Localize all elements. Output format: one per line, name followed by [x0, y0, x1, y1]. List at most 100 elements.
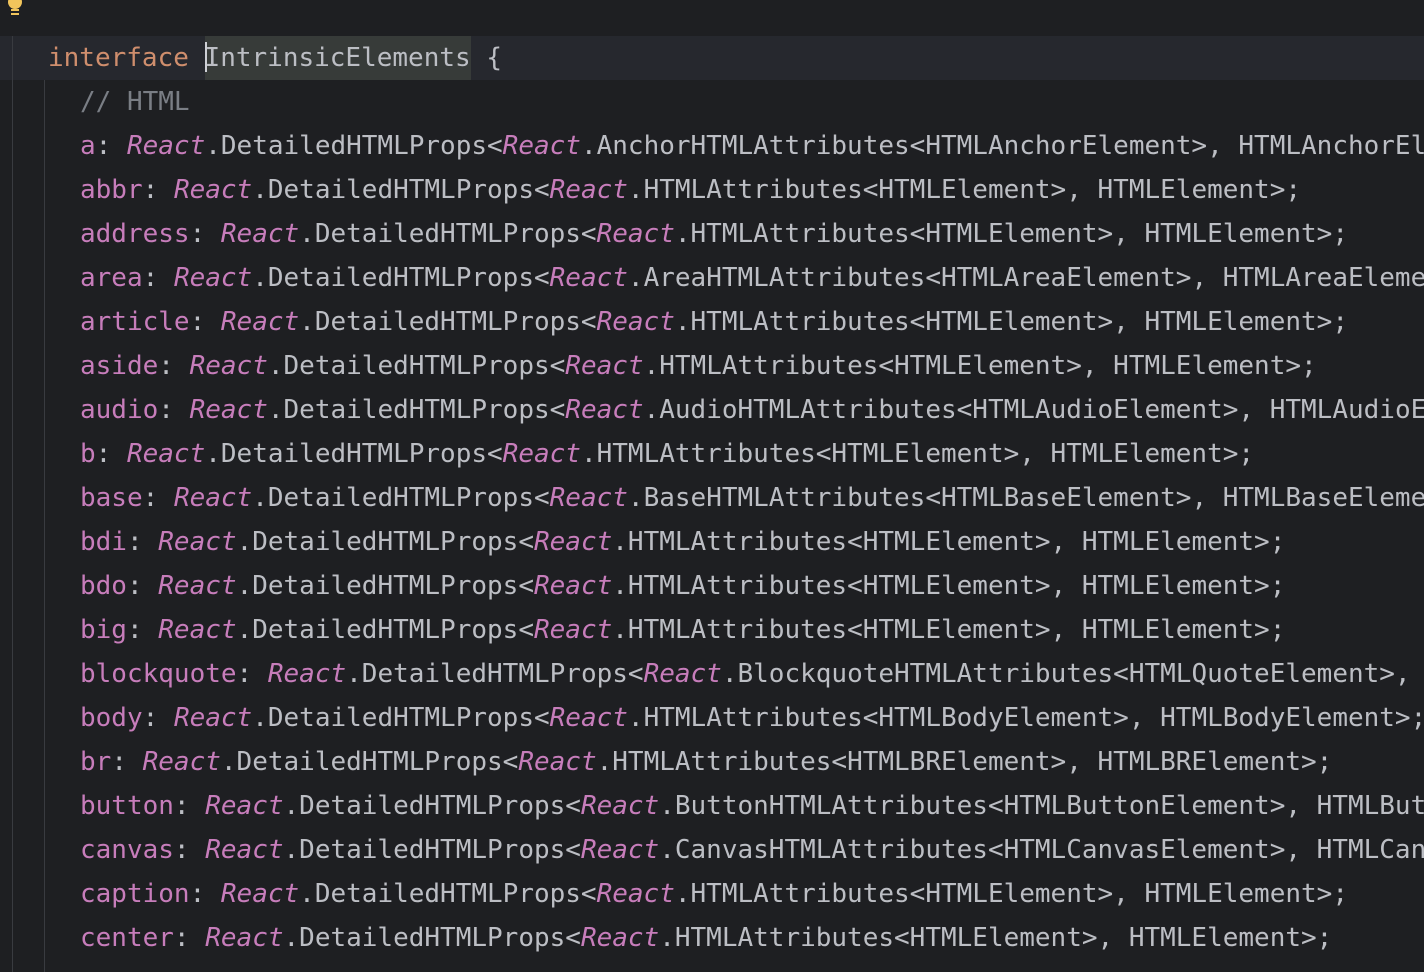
open-brace: { [486, 43, 502, 73]
namespace-ref: React [643, 659, 722, 689]
code-line-center: center: React.DetailedHTMLProps<React.HT… [80, 923, 1333, 953]
namespace-ref: React [205, 835, 284, 865]
namespace-ref: React [549, 175, 628, 205]
property-name: center [80, 923, 174, 953]
type-args: .HTMLAttributes<HTMLElement>, HTMLElemen… [643, 351, 1317, 381]
code-line-article: article: React.DetailedHTMLProps<React.H… [80, 307, 1348, 337]
namespace-ref: React [205, 791, 284, 821]
namespace-ref: React [533, 615, 613, 645]
namespace-ref: React [549, 263, 628, 293]
property-name: b [80, 439, 96, 469]
interface-name[interactable]: IntrinsicElements [204, 36, 471, 80]
code-line-body: body: React.DetailedHTMLProps<React.HTML… [80, 696, 1424, 740]
namespace-ref: React [205, 923, 284, 953]
code-line-bdo: bdo: React.DetailedHTMLProps<React.HTMLA… [80, 571, 1286, 601]
code-line-area: area: React.DetailedHTMLProps<React.Area… [80, 256, 1424, 300]
property-name: blockquote [80, 659, 237, 689]
code-line-abbr: abbr: React.DetailedHTMLProps<React.HTML… [80, 175, 1302, 205]
namespace-ref: React [158, 527, 237, 557]
text-caret [204, 41, 207, 72]
type-args: .HTMLAttributes<HTMLElement>, HTMLElemen… [612, 527, 1286, 557]
namespace-ref: React [173, 703, 253, 733]
namespace-ref: React [173, 263, 253, 293]
type-args: .HTMLAttributes<HTMLElement>, HTMLElemen… [612, 571, 1286, 601]
code-line-address: address: React.DetailedHTMLProps<React.H… [80, 219, 1348, 249]
gutter-indent-guide [12, 36, 13, 972]
namespace-ref: React [533, 571, 613, 601]
type-args: .HTMLAttributes<HTMLElement>, HTMLElemen… [674, 879, 1348, 909]
property-name: a [80, 131, 96, 161]
type-args: .AreaHTMLAttributes<HTMLAreaElement>, HT… [627, 263, 1424, 293]
indent-guide [44, 80, 45, 972]
type-args: .AnchorHTMLAttributes<HTMLAnchorElement>… [580, 131, 1424, 161]
code-line-br: br: React.DetailedHTMLProps<React.HTMLAt… [80, 747, 1333, 777]
code-line-bdi: bdi: React.DetailedHTMLProps<React.HTMLA… [80, 527, 1286, 557]
namespace-ref: React [596, 879, 675, 909]
namespace-ref: React [580, 923, 660, 953]
property-name: br [80, 747, 112, 777]
code-line-a: a: React.DetailedHTMLProps<React.AnchorH… [80, 124, 1424, 168]
property-name: base [80, 483, 143, 513]
type-args: .HTMLAttributes<HTMLElement>, HTMLElemen… [612, 615, 1286, 645]
code-line-big: big: React.DetailedHTMLProps<React.HTMLA… [80, 615, 1286, 645]
namespace-ref: React [596, 219, 675, 249]
property-name: area [80, 263, 143, 293]
namespace-ref: React [220, 307, 300, 337]
property-name: audio [80, 395, 159, 425]
code-line-aside: aside: React.DetailedHTMLProps<React.HTM… [80, 351, 1317, 381]
property-name: canvas [80, 835, 174, 865]
namespace-ref: React [158, 615, 237, 645]
type-args: .HTMLAttributes<HTMLElement>, HTMLElemen… [674, 307, 1348, 337]
type-args: .HTMLAttributes<HTMLElement>, HTMLElemen… [674, 219, 1348, 249]
code-line-blockquote: blockquote: React.DetailedHTMLProps<Reac… [80, 652, 1424, 696]
namespace-ref: React [565, 351, 644, 381]
code-line-b: b: React.DetailedHTMLProps<React.HTMLAtt… [80, 439, 1255, 469]
property-name: article [80, 307, 190, 337]
code-line-interface: interface IntrinsicElements { [48, 36, 502, 80]
namespace-ref: React [565, 395, 644, 425]
namespace-ref: React [533, 527, 613, 557]
namespace-ref: React [220, 219, 300, 249]
namespace-ref: React [189, 395, 268, 425]
property-name: body [80, 703, 143, 733]
namespace-ref: React [267, 659, 347, 689]
property-name: caption [80, 879, 190, 909]
namespace-ref: React [549, 483, 628, 513]
property-name: address [80, 219, 190, 249]
type-args: .HTMLAttributes<HTMLBRElement>, HTMLBREl… [596, 747, 1333, 777]
property-name: bdi [80, 527, 127, 557]
namespace-ref: React [173, 483, 253, 513]
namespace-ref: React [502, 439, 581, 469]
namespace-ref: React [126, 131, 206, 161]
code-line-base: base: React.DetailedHTMLProps<React.Base… [80, 476, 1424, 520]
keyword-interface: interface [48, 43, 189, 73]
namespace-ref: React [580, 835, 660, 865]
type-args: .BlockquoteHTMLAttributes<HTMLQuoteEleme… [721, 659, 1411, 689]
code-line-canvas: canvas: React.DetailedHTMLProps<React.Ca… [80, 828, 1424, 872]
namespace-ref: React [580, 791, 660, 821]
type-args: .HTMLAttributes<HTMLElement>, HTMLElemen… [580, 439, 1255, 469]
code-line-audio: audio: React.DetailedHTMLProps<React.Aud… [80, 388, 1424, 432]
type-args: .AudioHTMLAttributes<HTMLAudioElement>, … [643, 395, 1424, 425]
property-name: big [80, 615, 127, 645]
lightbulb-icon[interactable] [6, 0, 24, 22]
namespace-ref: React [126, 439, 206, 469]
namespace-ref: React [158, 571, 237, 601]
property-name: aside [80, 351, 159, 381]
property-name: button [80, 791, 174, 821]
namespace-ref: React [502, 131, 581, 161]
namespace-ref: React [173, 175, 253, 205]
type-args: .HTMLAttributes<HTMLElement>, HTMLElemen… [659, 923, 1333, 953]
property-name: abbr [80, 175, 143, 205]
type-args: .HTMLAttributes<HTMLElement>, HTMLElemen… [627, 175, 1302, 205]
namespace-ref: React [220, 879, 300, 909]
type-args: .BaseHTMLAttributes<HTMLBaseElement>, HT… [627, 483, 1424, 513]
code-editor[interactable]: interface IntrinsicElements { // HTML a:… [0, 0, 1424, 972]
namespace-ref: React [596, 307, 675, 337]
code-line-button: button: React.DetailedHTMLProps<React.Bu… [80, 784, 1424, 828]
type-args: .CanvasHTMLAttributes<HTMLCanvasElement>… [659, 835, 1424, 865]
namespace-ref: React [189, 351, 268, 381]
type-args: .ButtonHTMLAttributes<HTMLButtonElement>… [659, 791, 1424, 821]
code-line-comment: // HTML [80, 87, 190, 117]
namespace-ref: React [549, 703, 628, 733]
